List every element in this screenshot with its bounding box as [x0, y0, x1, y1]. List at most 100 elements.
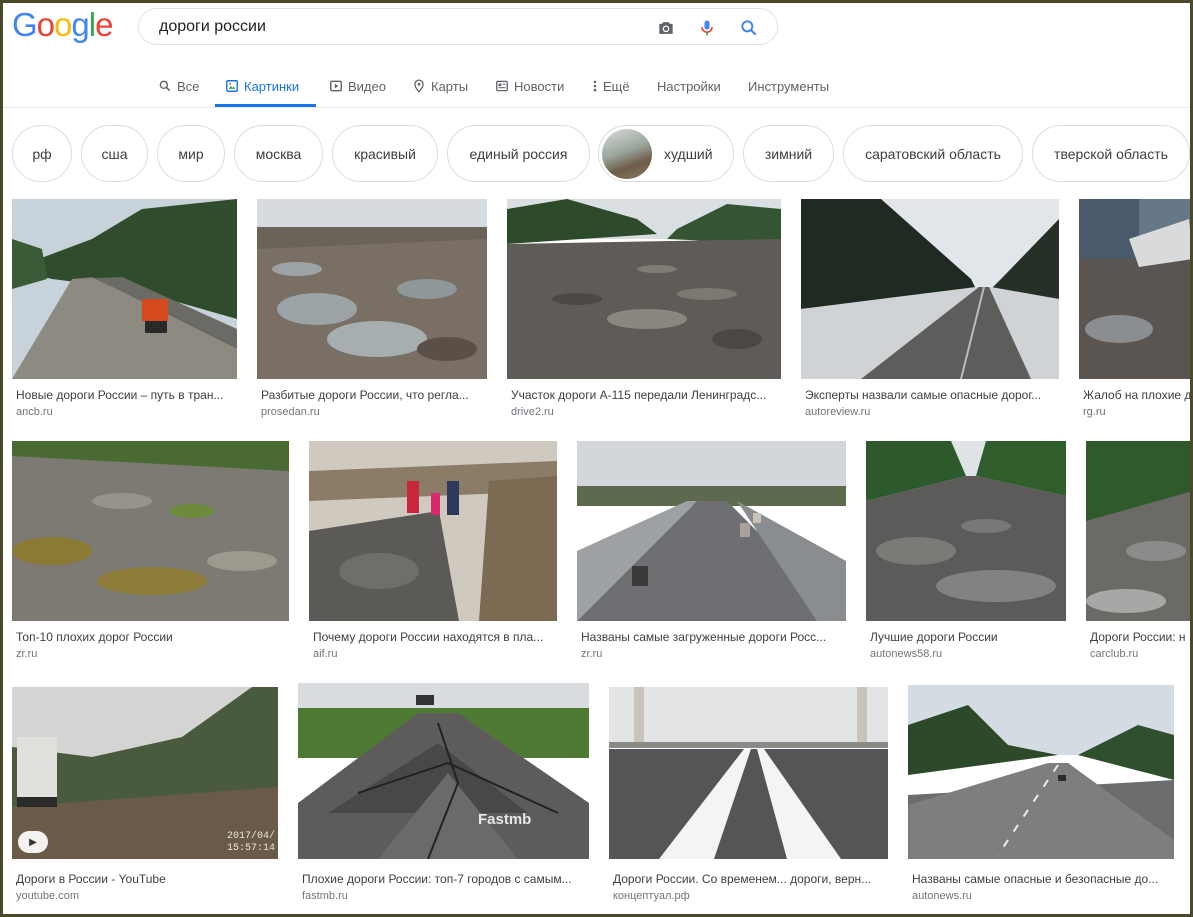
chip[interactable]: рф	[12, 125, 72, 182]
search-box	[138, 8, 778, 45]
result-source: ancb.ru	[16, 406, 53, 418]
chip-label: худший	[664, 145, 713, 162]
chip-label: зимний	[764, 145, 813, 162]
logo-letter: o	[36, 6, 55, 43]
result-title: Плохие дороги России: топ-7 городов с са…	[302, 872, 572, 886]
google-logo[interactable]: Google	[12, 6, 113, 44]
result-thumbnail	[1079, 199, 1193, 379]
logo-letter: g	[71, 6, 89, 43]
microphone-icon[interactable]	[697, 18, 717, 38]
watermark: Fastmb	[478, 811, 532, 828]
result-thumbnail	[609, 687, 888, 859]
chip[interactable]: саратовский область	[843, 125, 1023, 182]
tab-all[interactable]: Все	[158, 76, 199, 96]
tab-video[interactable]: Видео	[329, 76, 386, 96]
tab-news[interactable]: Новости	[495, 76, 564, 96]
chip-label: единый россия	[469, 145, 568, 162]
map-pin-icon	[414, 79, 424, 93]
chip[interactable]: красивый	[332, 125, 438, 182]
image-result[interactable]: Эксперты назвали самые опасные дорог... …	[801, 199, 1059, 421]
tab-label: Новости	[514, 78, 565, 94]
result-title: Эксперты назвали самые опасные дорог...	[805, 388, 1042, 402]
video-timestamp: 2017/04/ 15:57:14	[226, 831, 275, 854]
result-title: Новые дороги России – путь в тран...	[16, 388, 224, 402]
result-source: prosedan.ru	[261, 406, 320, 418]
image-result[interactable]: Разбитые дороги России, что регла... pro…	[257, 199, 487, 421]
play-button-icon[interactable]: ▶	[18, 831, 48, 853]
search-input[interactable]	[159, 15, 639, 39]
image-result[interactable]: Названы самые опасные и безопасные до...…	[908, 685, 1174, 909]
chip-label: москва	[255, 145, 302, 162]
header: Google	[0, 0, 1193, 52]
chip-label: красивый	[354, 145, 416, 162]
image-result[interactable]: Fastmb Плохие дороги России: топ-7 город…	[298, 683, 589, 909]
search-tabs: Все Картинки Видео Карты Новости Ещё Нас…	[0, 52, 1193, 108]
chip-label: сша	[101, 145, 128, 162]
result-source: drive2.ru	[511, 406, 554, 418]
result-thumbnail	[801, 199, 1059, 379]
logo-letter: o	[54, 6, 72, 43]
result-source: zr.ru	[16, 648, 38, 660]
result-thumbnail	[507, 199, 781, 379]
tab-label: Все	[177, 78, 200, 94]
image-result[interactable]: Почему дороги России находятся в пла... …	[309, 441, 557, 663]
result-thumbnail	[12, 441, 289, 621]
image-result[interactable]: Жалоб на плохие д rg.ru	[1079, 199, 1193, 421]
search-icon	[159, 80, 171, 92]
result-source: aif.ru	[313, 648, 338, 660]
result-title: Дороги России. Со временем... дороги, ве…	[613, 872, 872, 886]
result-thumbnail	[577, 441, 846, 621]
result-source: rg.ru	[1083, 406, 1106, 418]
tab-label: Видео	[348, 78, 386, 94]
logo-letter: G	[12, 6, 38, 43]
related-search-chips: рф сша мир москва красивый единый россия…	[0, 124, 1193, 184]
result-source: autonews.ru	[912, 890, 972, 902]
logo-letter: e	[95, 6, 113, 43]
result-source: fastmb.ru	[302, 890, 348, 902]
tab-label: Картинки	[244, 78, 300, 94]
result-thumbnail: ▶ 2017/04/ 15:57:14	[12, 687, 278, 859]
chip[interactable]: тверской область	[1032, 125, 1190, 182]
tab-images[interactable]: Картинки	[225, 76, 299, 96]
image-result[interactable]: Участок дороги А-115 передали Ленинградс…	[507, 199, 781, 421]
image-icon	[226, 80, 238, 92]
result-title: Участок дороги А-115 передали Ленинградс…	[511, 388, 767, 402]
result-title: Названы самые загруженные дороги Росс...	[581, 630, 827, 644]
active-tab-indicator	[215, 104, 316, 107]
chip-label: мир	[178, 145, 204, 162]
result-thumbnail	[908, 685, 1174, 859]
tab-more[interactable]: Ещё	[592, 76, 630, 96]
chip[interactable]: худший	[598, 125, 734, 182]
search-icon[interactable]	[739, 18, 759, 38]
result-thumbnail	[866, 441, 1066, 621]
chip[interactable]: зимний	[743, 125, 834, 182]
image-result[interactable]: Дороги России: н carclub.ru	[1086, 441, 1193, 663]
tab-tools[interactable]: Инструменты	[748, 76, 829, 96]
image-result[interactable]: Топ-10 плохих дорог России zr.ru	[12, 441, 289, 663]
result-thumbnail	[1086, 441, 1193, 621]
result-source: autonews58.ru	[870, 648, 943, 660]
more-vertical-icon	[593, 80, 597, 92]
chip[interactable]: сша	[81, 125, 148, 182]
chip[interactable]: единый россия	[447, 125, 590, 182]
image-result[interactable]: Лучшие дороги России autonews58.ru	[866, 441, 1066, 663]
image-result[interactable]: Новые дороги России – путь в тран... anc…	[12, 199, 237, 421]
chip[interactable]: москва	[234, 125, 323, 182]
result-thumbnail: Fastmb	[298, 683, 589, 859]
result-title: Названы самые опасные и безопасные до...	[912, 872, 1159, 886]
tab-maps[interactable]: Карты	[412, 76, 468, 96]
result-source: carclub.ru	[1090, 648, 1139, 660]
result-source: youtube.com	[16, 890, 79, 902]
result-title: Дороги России: н	[1090, 630, 1186, 644]
image-result[interactable]: ▶ 2017/04/ 15:57:14 Дороги в России - Yo…	[12, 687, 278, 909]
result-title: Лучшие дороги России	[870, 630, 998, 644]
image-result[interactable]: Названы самые загруженные дороги Росс...…	[577, 441, 846, 663]
image-result[interactable]: Дороги России. Со временем... дороги, ве…	[609, 687, 888, 909]
tab-settings[interactable]: Настройки	[657, 76, 721, 96]
chip-thumbnail	[602, 128, 652, 179]
tab-label: Ещё	[603, 78, 630, 94]
chip[interactable]: мир	[157, 125, 225, 182]
camera-icon[interactable]	[656, 18, 676, 38]
news-icon	[496, 80, 508, 92]
result-source: zr.ru	[581, 648, 603, 660]
